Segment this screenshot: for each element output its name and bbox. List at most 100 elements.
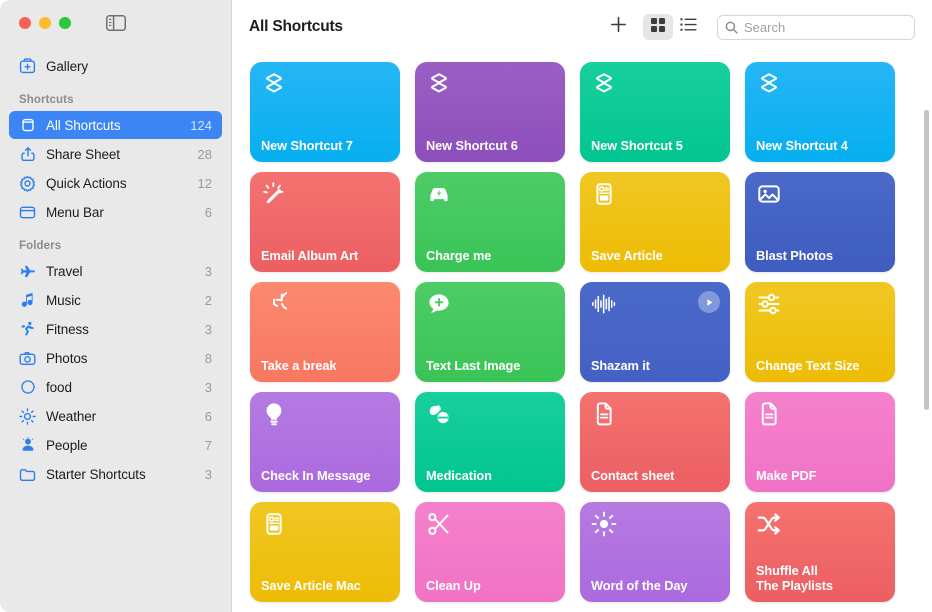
sidebar-item-music[interactable]: Music 2 [9, 286, 222, 314]
music-note-icon [18, 291, 37, 310]
sun-icon [591, 511, 617, 537]
shortcut-tile[interactable]: New Shortcut 4 [745, 62, 895, 162]
shortcut-tile-label: Change Text Size [756, 359, 884, 374]
sidebar-item-quick-actions[interactable]: Quick Actions 12 [9, 169, 222, 197]
sun-icon [18, 407, 37, 426]
shortcut-tile-label: New Shortcut 4 [756, 139, 884, 154]
sidebar-item-label: People [46, 438, 196, 453]
zoom-button[interactable] [59, 17, 71, 29]
shortcut-tile-label: Shazam it [591, 359, 719, 374]
document-icon [591, 401, 617, 427]
sidebar-gallery-group: Gallery [0, 52, 231, 80]
lightbulb-icon [261, 401, 287, 427]
sidebar-item-share-sheet[interactable]: Share Sheet 28 [9, 140, 222, 168]
sidebar-item-label: Quick Actions [46, 176, 189, 191]
sidebar-item-photos[interactable]: Photos 8 [9, 344, 222, 372]
shortcut-tile[interactable]: Change Text Size [745, 282, 895, 382]
shortcut-tile-label: Make PDF [756, 469, 884, 484]
sidebar-item-all-shortcuts[interactable]: All Shortcuts 124 [9, 111, 222, 139]
shortcuts-grid: New Shortcut 7New Shortcut 6 New Shortcut… [250, 54, 932, 602]
vertical-scrollbar[interactable] [924, 110, 929, 410]
shortcut-tile[interactable]: Contact sheet [580, 392, 730, 492]
sidebar-item-count: 6 [205, 205, 212, 220]
runner-icon [18, 320, 37, 339]
grid-view-icon [650, 17, 666, 38]
shortcut-tile[interactable]: Shazam it [580, 282, 730, 382]
shortcut-tile-label: New Shortcut 5 [591, 139, 719, 154]
shortcut-tile-label: Contact sheet [591, 469, 719, 484]
shortcut-tile[interactable]: Save Article [580, 172, 730, 272]
shortcut-tile[interactable]: Clean Up [415, 502, 565, 602]
sidebar-item-count: 8 [205, 351, 212, 366]
sidebar-section-folders: Travel 3 Music 2 [0, 257, 231, 488]
search-input[interactable] [744, 20, 907, 35]
sidebar-item-count: 3 [205, 467, 212, 482]
sidebar-item-people[interactable]: People 7 [9, 431, 222, 459]
sidebar-item-count: 3 [205, 264, 212, 279]
shortcut-tile-label: Clean Up [426, 579, 554, 594]
sidebar-item-label: Travel [46, 264, 196, 279]
close-button[interactable] [19, 17, 31, 29]
layers-icon [591, 71, 617, 97]
sidebar-item-label: Photos [46, 351, 196, 366]
shortcut-tile[interactable]: Shuffle All The Playlists [745, 502, 895, 602]
sidebar-item-count: 3 [205, 322, 212, 337]
gallery-icon [18, 57, 37, 76]
shortcut-tile[interactable]: New Shortcut 7 [250, 62, 400, 162]
sidebar-item-food[interactable]: food 3 [9, 373, 222, 401]
toolbar: All Shortcuts [232, 0, 932, 54]
play-icon[interactable] [698, 291, 720, 313]
sliders-icon [756, 291, 782, 317]
list-view-icon [680, 17, 697, 37]
shortcuts-grid-scroll[interactable]: New Shortcut 7New Shortcut 6 New Shortcut… [232, 54, 932, 612]
layers-icon [756, 71, 782, 97]
shortcut-tile[interactable]: Blast Photos [745, 172, 895, 272]
shortcut-tile[interactable]: Medication [415, 392, 565, 492]
grid-view-button[interactable] [643, 14, 673, 40]
shortcut-tile[interactable]: New Shortcut 5 [580, 62, 730, 162]
sidebar-item-count: 12 [198, 176, 212, 191]
shortcut-tile-label: Email Album Art [261, 249, 389, 264]
sidebar-item-label: Weather [46, 409, 196, 424]
document-icon [756, 401, 782, 427]
sidebar-item-label: Music [46, 293, 196, 308]
minimize-button[interactable] [39, 17, 51, 29]
shortcuts-window: Gallery Shortcuts All Shortcuts 124 [0, 0, 932, 612]
sidebar-item-count: 6 [205, 409, 212, 424]
main-content: All Shortcuts [232, 0, 932, 612]
shortcut-tile-label: Medication [426, 469, 554, 484]
timer-icon [261, 291, 287, 317]
sidebar-item-count: 3 [205, 380, 212, 395]
search-field[interactable] [717, 15, 915, 40]
sidebar-section-header-folders: Folders [0, 238, 231, 254]
sidebar-item-weather[interactable]: Weather 6 [9, 402, 222, 430]
shortcut-tile[interactable]: Make PDF [745, 392, 895, 492]
message-plus-icon [426, 291, 452, 317]
shortcut-tile[interactable]: Charge me [415, 172, 565, 272]
shortcut-tile[interactable]: New Shortcut 6 [415, 62, 565, 162]
shuffle-icon [756, 511, 782, 537]
shortcut-tile-label: Text Last Image [426, 359, 554, 374]
sidebar-item-fitness[interactable]: Fitness 3 [9, 315, 222, 343]
camera-icon [18, 349, 37, 368]
sidebar-item-menu-bar[interactable]: Menu Bar 6 [9, 198, 222, 226]
sidebar-item-label: Gallery [46, 59, 212, 74]
list-view-button[interactable] [673, 14, 703, 40]
shortcut-tile[interactable]: Text Last Image [415, 282, 565, 382]
sidebar-toggle-icon[interactable] [105, 15, 127, 32]
shortcut-tile-label: Save Article Mac [261, 579, 389, 594]
sidebar-item-label: Menu Bar [46, 205, 196, 220]
shortcut-tile[interactable]: Email Album Art [250, 172, 400, 272]
sidebar-item-starter-shortcuts[interactable]: Starter Shortcuts 3 [9, 460, 222, 488]
magic-wand-icon [261, 181, 287, 207]
add-shortcut-button[interactable] [603, 14, 633, 40]
sidebar-item-travel[interactable]: Travel 3 [9, 257, 222, 285]
shortcut-tile[interactable]: Take a break [250, 282, 400, 382]
shortcut-tile[interactable]: Save Article Mac [250, 502, 400, 602]
article-icon [261, 511, 287, 537]
sidebar-item-count: 28 [198, 147, 212, 162]
sidebar-item-gallery[interactable]: Gallery [9, 52, 222, 80]
shortcut-tile[interactable]: Word of the Day [580, 502, 730, 602]
shortcut-tile[interactable]: Check In Message [250, 392, 400, 492]
sidebar-item-label: Share Sheet [46, 147, 189, 162]
